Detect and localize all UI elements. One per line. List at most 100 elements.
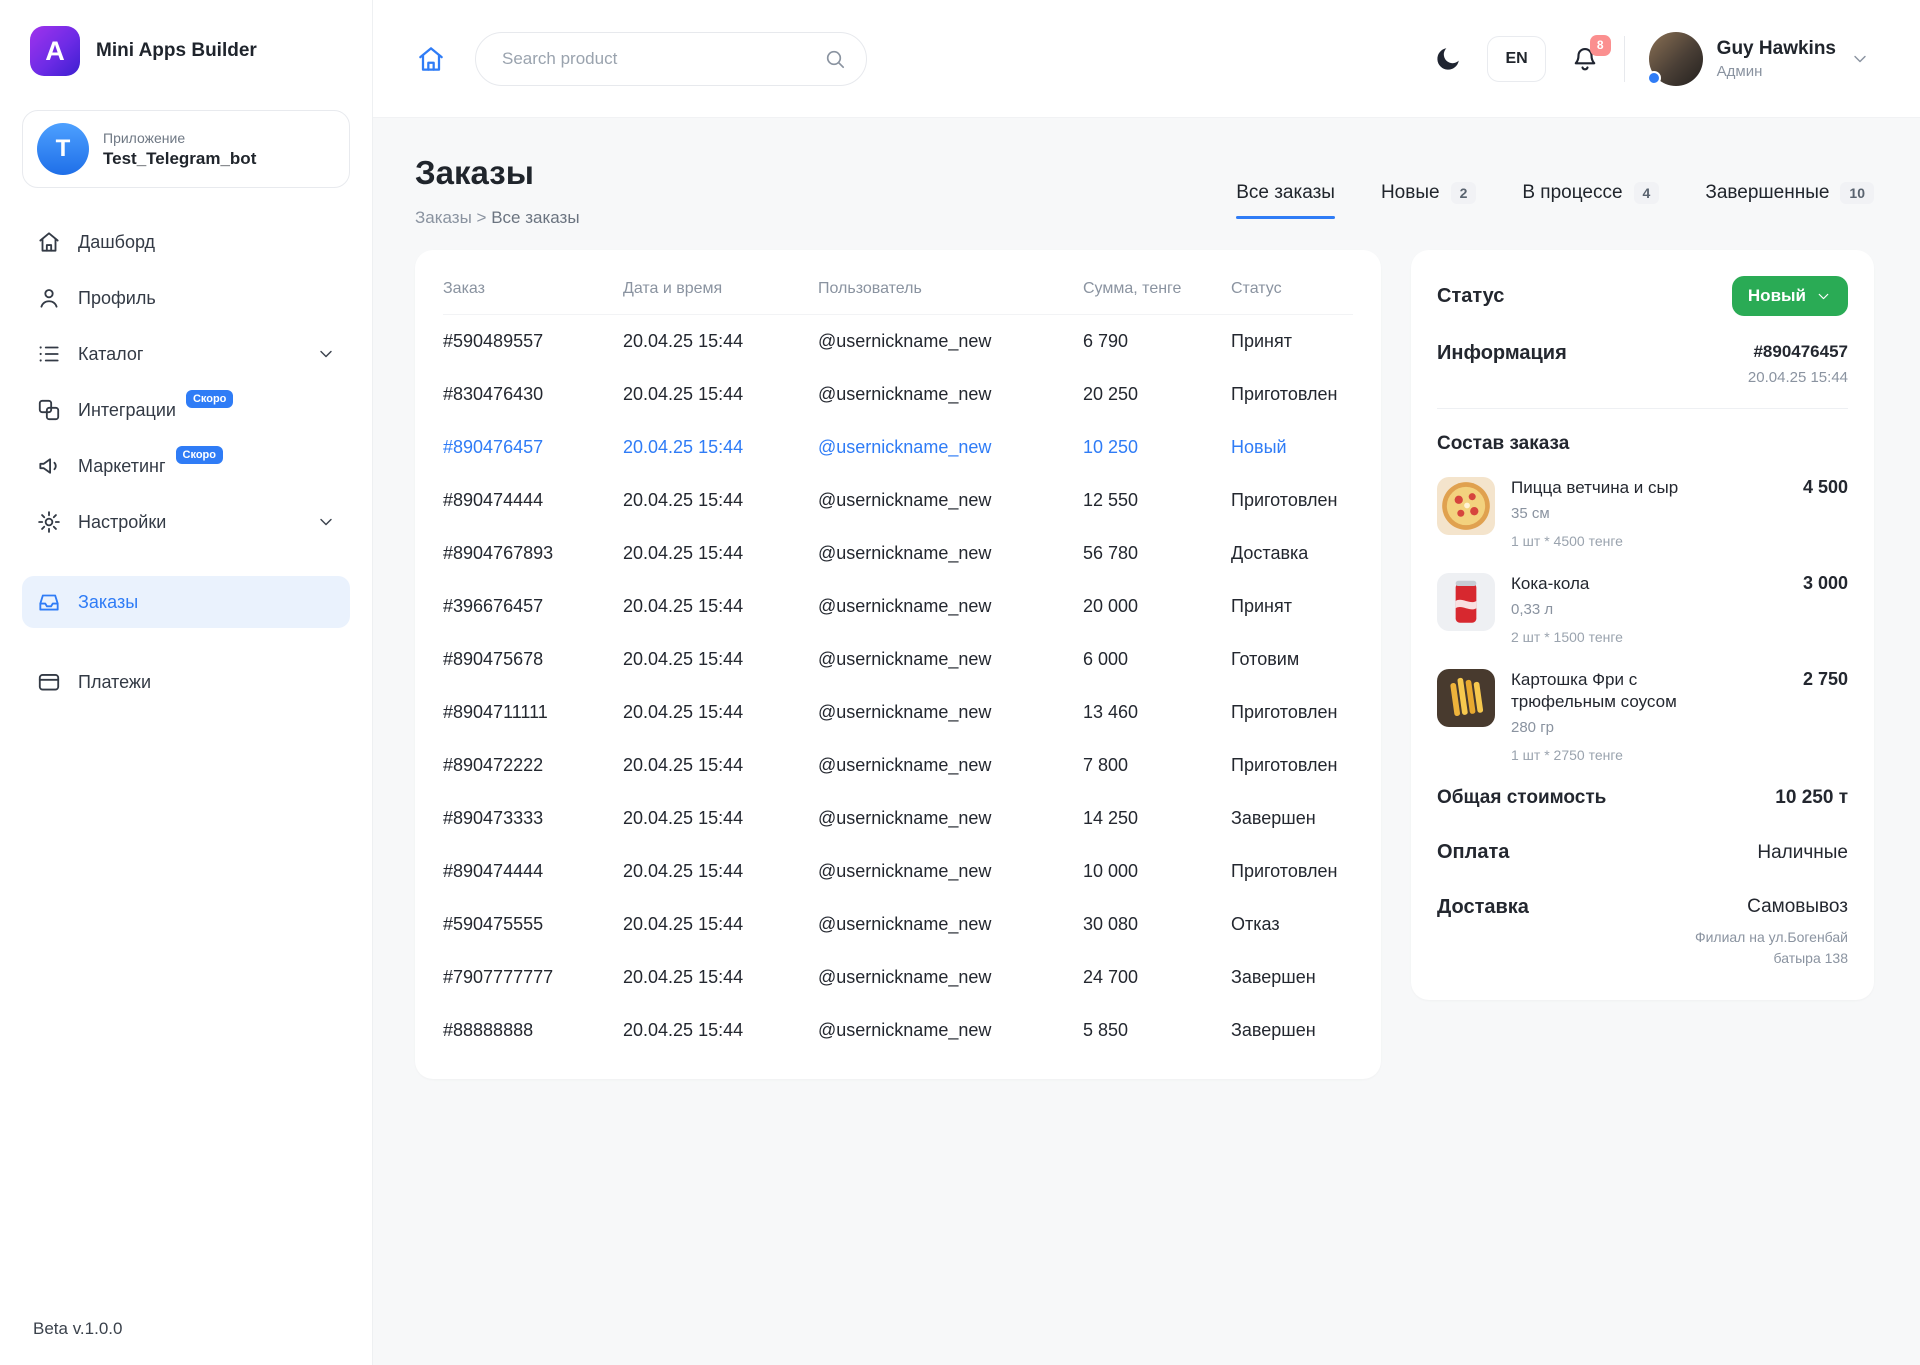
sidebar-item-orders[interactable]: Заказы [22, 576, 350, 628]
sidebar-item-label: Настройки [78, 512, 166, 533]
sidebar-item-integrations[interactable]: Интеграции Скоро [22, 384, 350, 436]
order-user-cell: @usernickname_new [818, 649, 1083, 670]
tab-count-badge: 10 [1840, 182, 1874, 204]
order-user-cell: @usernickname_new [818, 331, 1083, 352]
product-total-price: 3 000 [1803, 573, 1848, 645]
order-id-cell: #890473333 [443, 808, 623, 829]
product-total-price: 4 500 [1803, 477, 1848, 549]
sidebar-item-label: Каталог [78, 344, 143, 365]
column-header-amount: Сумма, тенге [1083, 280, 1231, 298]
table-row[interactable]: #396676457 20.04.25 15:44 @usernickname_… [443, 580, 1353, 633]
payment-row: Оплата Наличные [1437, 841, 1848, 864]
tab-label: В процессе [1522, 182, 1622, 204]
sidebar-item-dashboard[interactable]: Дашборд [22, 216, 350, 268]
status-select-button[interactable]: Новый [1732, 276, 1848, 316]
order-status-cell: Приготовлен [1231, 702, 1353, 723]
moon-icon [1433, 62, 1463, 77]
breadcrumb-separator: > [477, 208, 487, 227]
divider [1437, 408, 1848, 409]
sidebar-item-label: Профиль [78, 288, 156, 309]
sidebar-item-marketing[interactable]: Маркетинг Скоро [22, 440, 350, 492]
delivery-address: Филиал на ул.Богенбай батыра 138 [1658, 927, 1848, 968]
order-user-cell: @usernickname_new [818, 967, 1083, 988]
dark-mode-button[interactable] [1433, 44, 1463, 74]
info-row: Информация #890476457 20.04.25 15:44 [1437, 342, 1848, 386]
sidebar-item-profile[interactable]: Профиль [22, 272, 350, 324]
content-grid: Заказ Дата и время Пользователь Сумма, т… [415, 250, 1874, 1079]
order-user-cell: @usernickname_new [818, 596, 1083, 617]
language-button[interactable]: EN [1487, 36, 1545, 82]
order-datetime-cell: 20.04.25 15:44 [623, 331, 818, 352]
order-datetime-cell: 20.04.25 15:44 [623, 808, 818, 829]
tab-in-progress[interactable]: В процессе 4 [1522, 182, 1659, 219]
order-id-cell: #890474444 [443, 861, 623, 882]
table-row[interactable]: #890474444 20.04.25 15:44 @usernickname_… [443, 845, 1353, 898]
orders-table-card: Заказ Дата и время Пользователь Сумма, т… [415, 250, 1381, 1079]
tab-new[interactable]: Новые 2 [1381, 182, 1476, 219]
table-row[interactable]: #830476430 20.04.25 15:44 @usernickname_… [443, 368, 1353, 421]
order-id-cell: #7907777777 [443, 967, 623, 988]
order-id-cell: #590489557 [443, 331, 623, 352]
order-status-cell: Доставка [1231, 543, 1353, 564]
table-row[interactable]: #890473333 20.04.25 15:44 @usernickname_… [443, 792, 1353, 845]
table-row[interactable]: #88888888 20.04.25 15:44 @usernickname_n… [443, 1004, 1353, 1057]
order-id-cell: #8904711111 [443, 702, 623, 723]
total-row: Общая стоимость 10 250 т [1437, 787, 1848, 809]
app-root: A Mini Apps Builder T Приложение Test_Te… [0, 0, 1920, 1365]
table-row[interactable]: #890476457 20.04.25 15:44 @usernickname_… [443, 421, 1353, 474]
sidebar: A Mini Apps Builder T Приложение Test_Te… [0, 0, 373, 1365]
chevron-down-icon [1850, 49, 1870, 69]
brand-name: Mini Apps Builder [96, 40, 257, 62]
current-app-card[interactable]: T Приложение Test_Telegram_bot [22, 110, 350, 188]
sidebar-item-catalog[interactable]: Каталог [22, 328, 350, 380]
order-user-cell: @usernickname_new [818, 543, 1083, 564]
tab-all[interactable]: Все заказы [1236, 182, 1335, 219]
status-value: Новый [1748, 286, 1806, 306]
notifications-button[interactable]: 8 [1570, 44, 1600, 74]
product-name: Кока-кола [1511, 573, 1701, 595]
order-id-cell: #590475555 [443, 914, 623, 935]
chevron-down-icon [316, 512, 336, 532]
order-id-cell: #830476430 [443, 384, 623, 405]
user-name: Guy Hawkins [1717, 38, 1836, 60]
order-item: Пицца ветчина и сыр 35 см 1 шт * 4500 те… [1437, 477, 1848, 549]
order-datetime-cell: 20.04.25 15:44 [623, 649, 818, 670]
table-row[interactable]: #890472222 20.04.25 15:44 @usernickname_… [443, 739, 1353, 792]
table-row[interactable]: #890475678 20.04.25 15:44 @usernickname_… [443, 633, 1353, 686]
product-name: Пицца ветчина и сыр [1511, 477, 1701, 499]
breadcrumb-root[interactable]: Заказы [415, 208, 472, 227]
sidebar-item-label: Дашборд [78, 232, 155, 253]
soon-badge: Скоро [186, 390, 233, 408]
payment-value: Наличные [1757, 842, 1848, 864]
sidebar-item-label: Маркетинг [78, 456, 166, 477]
table-row[interactable]: #8904711111 20.04.25 15:44 @usernickname… [443, 686, 1353, 739]
table-row[interactable]: #890474444 20.04.25 15:44 @usernickname_… [443, 474, 1353, 527]
page-title: Заказы [415, 154, 580, 192]
order-datetime-cell: 20.04.25 15:44 [623, 755, 818, 776]
content: Заказы Заказы > Все заказы Все заказы Но… [373, 118, 1920, 1365]
product-qty-price: 1 шт * 2750 тенге [1511, 747, 1779, 763]
table-row[interactable]: #7907777777 20.04.25 15:44 @usernickname… [443, 951, 1353, 1004]
product-size: 0,33 л [1511, 601, 1779, 618]
product-qty-price: 1 шт * 4500 тенге [1511, 533, 1779, 549]
user-menu[interactable]: Guy Hawkins Админ [1649, 32, 1870, 86]
table-row[interactable]: #590489557 20.04.25 15:44 @usernickname_… [443, 315, 1353, 368]
column-header-status: Статус [1231, 280, 1353, 298]
online-status-dot [1647, 71, 1661, 85]
order-amount-cell: 13 460 [1083, 702, 1231, 723]
brand: A Mini Apps Builder [22, 26, 350, 76]
delivery-label: Доставка [1437, 896, 1529, 919]
tab-label: Завершенные [1705, 182, 1829, 204]
orders-table-body: #590489557 20.04.25 15:44 @usernickname_… [443, 315, 1353, 1057]
sidebar-item-settings[interactable]: Настройки [22, 496, 350, 548]
tab-completed[interactable]: Завершенные 10 [1705, 182, 1874, 219]
home-button[interactable] [415, 43, 447, 75]
table-row[interactable]: #8904767893 20.04.25 15:44 @usernickname… [443, 527, 1353, 580]
search-icon[interactable] [823, 47, 847, 71]
order-datetime-cell: 20.04.25 15:44 [623, 914, 818, 935]
marketing-icon [36, 453, 62, 479]
wallet-icon [36, 669, 62, 695]
table-row[interactable]: #590475555 20.04.25 15:44 @usernickname_… [443, 898, 1353, 951]
sidebar-item-payments[interactable]: Платежи [22, 656, 350, 708]
search-input[interactable] [475, 32, 867, 86]
